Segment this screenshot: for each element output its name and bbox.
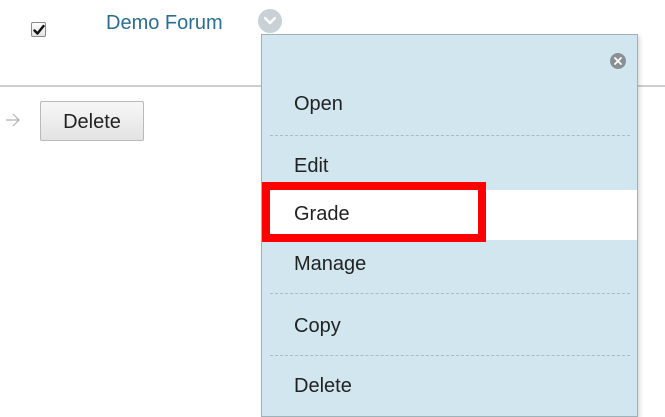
delete-button[interactable]: Delete	[40, 101, 144, 141]
chevron-down-icon	[264, 17, 276, 25]
highlight-annotation-box	[262, 182, 486, 242]
menu-item-copy[interactable]: Copy	[262, 313, 637, 339]
select-checkbox[interactable]	[31, 22, 46, 37]
menu-item-delete[interactable]: Delete	[262, 373, 637, 399]
forum-title-link[interactable]: Demo Forum	[106, 11, 223, 35]
menu-item-open[interactable]: Open	[262, 91, 637, 117]
arrow-right-icon	[6, 113, 20, 127]
options-menu-button[interactable]	[258, 9, 282, 33]
close-menu-button[interactable]	[610, 53, 626, 69]
menu-item-manage[interactable]: Manage	[262, 251, 637, 277]
checkmark-icon	[33, 24, 45, 35]
menu-item-edit[interactable]: Edit	[262, 153, 637, 179]
menu-separator	[270, 135, 630, 136]
page: Demo Forum Delete Open Edit Grade Manage…	[0, 0, 665, 417]
close-icon	[614, 57, 622, 65]
menu-separator	[270, 293, 630, 294]
menu-separator	[270, 355, 630, 356]
